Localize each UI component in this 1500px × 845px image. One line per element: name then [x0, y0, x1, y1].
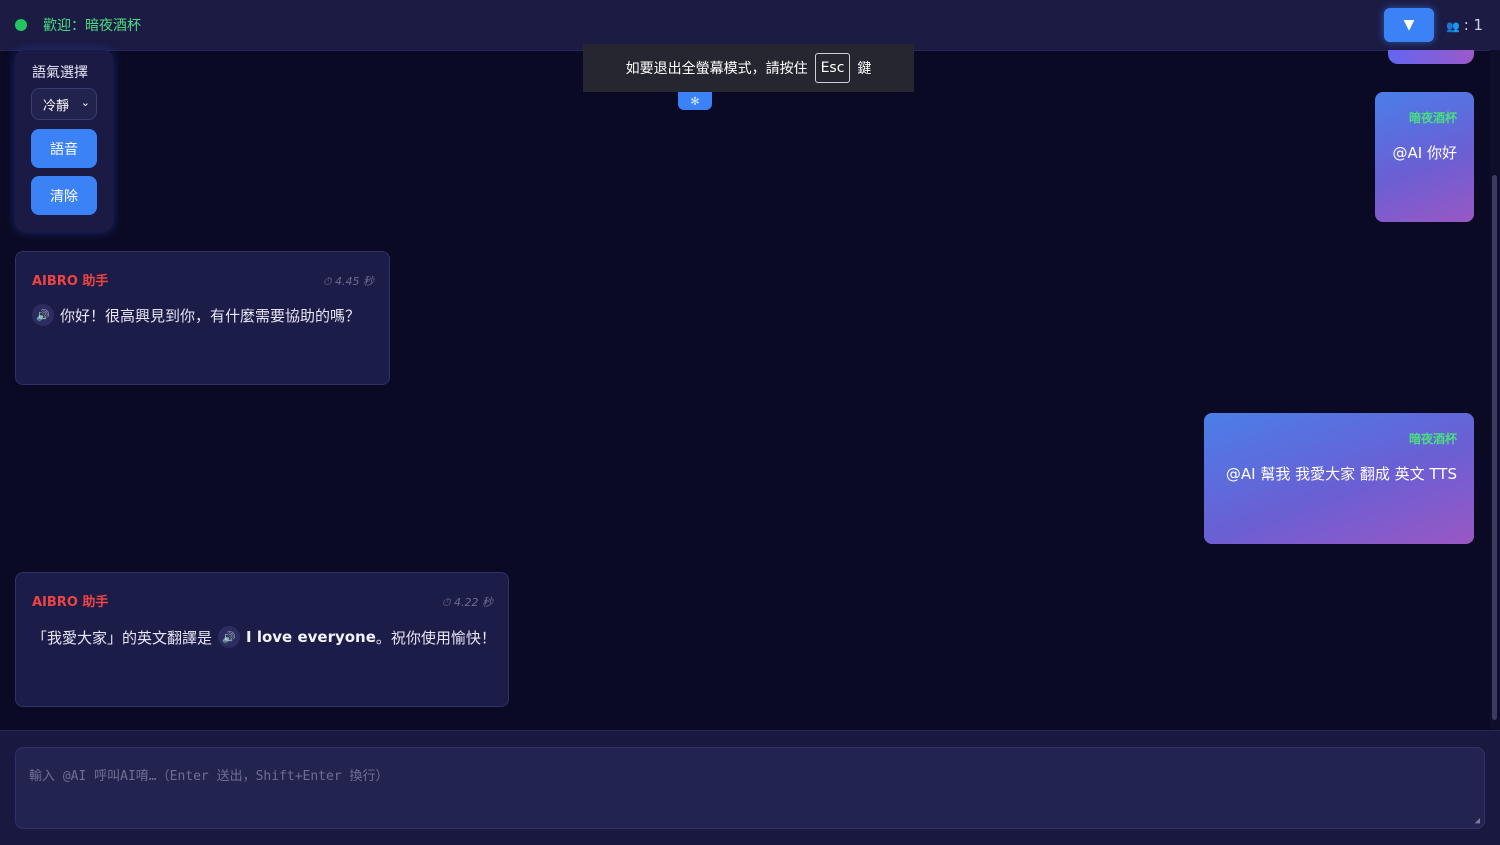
- fullscreen-exit-notice: 如要退出全螢幕模式，請按住 Esc 鍵: [583, 44, 914, 92]
- mood-selected-value: 冷靜: [43, 99, 70, 114]
- message-content: 🔊 你好！很高興見到你，有什麼需要協助的嗎？: [32, 304, 360, 326]
- message-text: 你好！很高興見到你，有什麼需要協助的嗎？: [60, 306, 361, 325]
- resize-handle-icon[interactable]: ◢: [1475, 816, 1480, 826]
- users-icon: 👥: [1446, 20, 1460, 33]
- chevron-down-icon: ⌄: [80, 96, 90, 109]
- voice-button[interactable]: 語音: [31, 129, 97, 168]
- esc-key: Esc: [814, 53, 851, 83]
- composer-area: 輸入 @AI 呼叫AI唷…（Enter 送出，Shift+Enter 換行） ◢: [0, 730, 1500, 845]
- ai-message-bubble: AIBRO 助手 ⏱ 4.45 秒 🔊 你好！很高興見到你，有什麼需要協助的嗎？: [15, 251, 390, 385]
- dropdown-button[interactable]: ▼: [1384, 8, 1434, 42]
- ai-message-bubble: AIBRO 助手 ⏱ 4.22 秒 「我愛大家」的英文翻譯是 🔊 I love …: [15, 572, 509, 707]
- notice-suffix: 鍵: [857, 61, 872, 77]
- chat-input-placeholder: 輸入 @AI 呼叫AI唷…（Enter 送出，Shift+Enter 換行）: [29, 769, 389, 784]
- message-sender: AIBRO 助手: [32, 274, 109, 289]
- message-sender: 暗夜酒杯: [1408, 432, 1457, 446]
- mood-panel-title: 語氣選擇: [32, 65, 88, 81]
- message-text: @AI 你好: [1392, 144, 1457, 162]
- clear-button[interactable]: 清除: [31, 176, 97, 215]
- speaker-icon[interactable]: 🔊: [218, 626, 241, 648]
- mood-select[interactable]: 冷靜 ⌄: [31, 88, 97, 120]
- message-text-after: 。祝你使用愉快！: [375, 628, 496, 647]
- message-text-english: I love everyone: [246, 628, 376, 646]
- message-sender: 暗夜酒杯: [1408, 111, 1457, 125]
- online-users: 👥: 1: [1446, 16, 1483, 34]
- user-message-bubble: 暗夜酒杯 @AI 你好: [1375, 92, 1474, 222]
- message-content: 「我愛大家」的英文翻譯是 🔊 I love everyone 。祝你使用愉快！: [32, 626, 496, 648]
- gear-icon: ✻: [690, 95, 700, 108]
- mood-panel: 語氣選擇 冷靜 ⌄ 語音 清除: [15, 50, 113, 232]
- response-time: ⏱ 4.45 秒: [322, 275, 374, 288]
- speaker-icon[interactable]: 🔊: [32, 304, 54, 326]
- chat-input[interactable]: 輸入 @AI 呼叫AI唷…（Enter 送出，Shift+Enter 換行） ◢: [15, 747, 1485, 829]
- online-status-icon: [15, 19, 27, 31]
- message-text-before: 「我愛大家」的英文翻譯是: [32, 628, 213, 647]
- user-message-bubble-partial: [1388, 50, 1474, 64]
- user-message-bubble: 暗夜酒杯 @AI 幫我 我愛大家 翻成 英文 TTS: [1204, 413, 1474, 544]
- notice-prefix: 如要退出全螢幕模式，請按住: [625, 61, 808, 77]
- chat-scrollbar-thumb[interactable]: [1492, 175, 1497, 720]
- response-time: ⏱ 4.22 秒: [441, 596, 493, 609]
- message-sender: AIBRO 助手: [32, 595, 109, 610]
- triangle-down-icon: ▼: [1403, 17, 1415, 33]
- welcome-text: 歡迎：暗夜酒杯: [43, 18, 141, 34]
- message-text: @AI 幫我 我愛大家 翻成 英文 TTS: [1225, 465, 1457, 483]
- user-count: : 1: [1463, 16, 1484, 34]
